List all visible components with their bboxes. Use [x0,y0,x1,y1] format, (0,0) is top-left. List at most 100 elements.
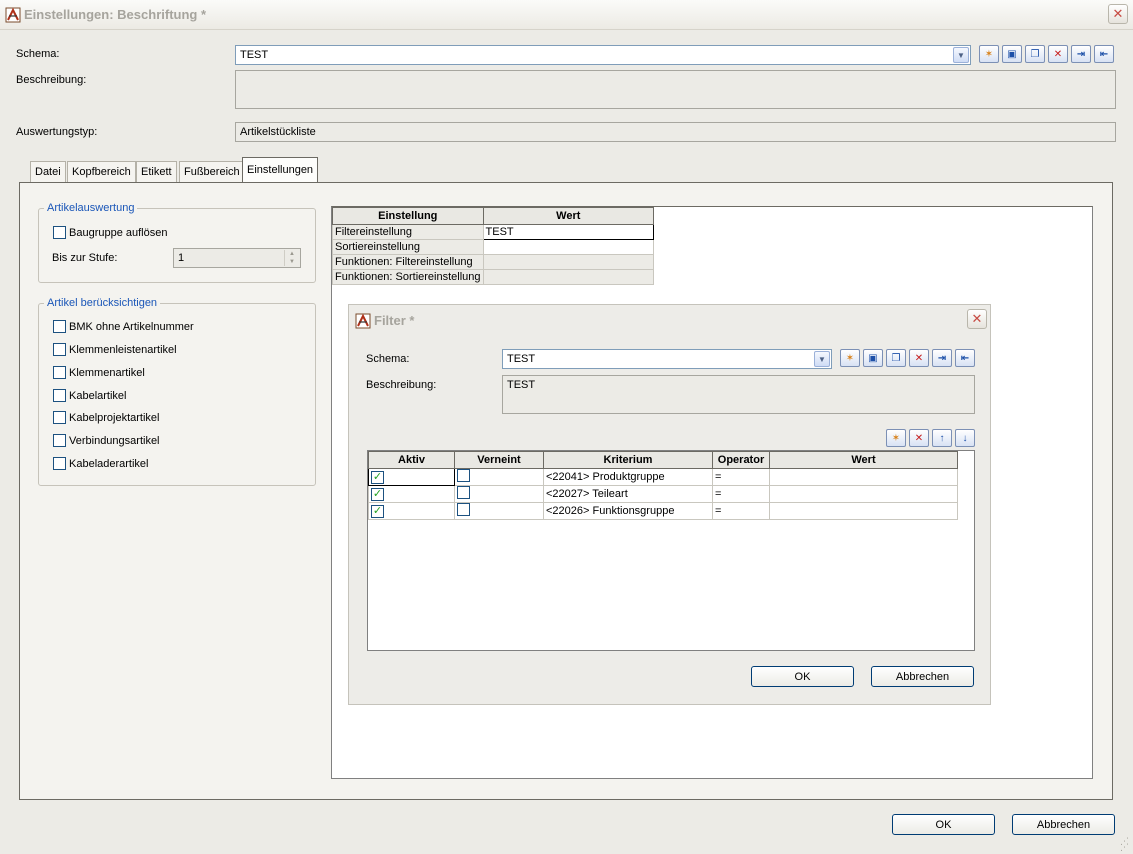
close-button[interactable]: ✕ [1108,4,1128,24]
filter-ok-button[interactable]: OK [751,666,854,687]
active-cell[interactable]: ✓ [368,502,455,520]
tab-einstellungen[interactable]: Einstellungen [242,157,319,183]
value-cell[interactable] [769,502,958,520]
import-icon[interactable]: ⇥ [932,349,952,367]
consider-item[interactable]: BMK ohne Artikelnummer [53,320,194,333]
schema-label: Schema: [16,48,60,60]
setting-value[interactable] [482,254,655,270]
column-header[interactable]: Wert [769,451,958,469]
filter-description-field[interactable]: TEST [502,375,975,414]
tab-datei[interactable]: Datei [30,161,66,183]
cancel-button[interactable]: Abbrechen [1012,814,1115,835]
dissolve-checkbox-row[interactable]: Baugruppe auflösen [53,226,167,239]
checkbox[interactable] [53,320,66,333]
checkbox-checked[interactable]: ✓ [371,487,384,501]
checkbox[interactable] [457,469,470,482]
ok-button[interactable]: OK [892,814,995,835]
chevron-down-icon[interactable]: ▼ [814,351,830,367]
checkbox[interactable] [53,411,66,424]
tab-kopfbereich[interactable]: Kopfbereich [67,161,136,183]
save-icon[interactable]: ▣ [863,349,883,367]
filter-schema-label: Schema: [366,353,410,365]
dissolve-checkbox[interactable] [53,226,66,239]
table-row[interactable]: Funktionen: Filtereinstellung [332,254,655,270]
negated-cell[interactable] [454,502,544,520]
checkbox[interactable] [53,366,66,379]
new-icon[interactable]: ✶ [886,429,906,447]
criterion-cell[interactable]: <22027> Teileart [543,485,713,503]
active-cell[interactable]: ✓ [368,468,455,486]
filter-dialog: Filter * ✕ Schema: TEST ▼ ✶ ▣ ❐ ✕ ⇥ ⇤ Be… [348,304,991,705]
consider-item[interactable]: Klemmenleistenartikel [53,343,177,356]
delete-icon[interactable]: ✕ [909,429,929,447]
export-icon[interactable]: ⇤ [955,349,975,367]
setting-value[interactable] [482,269,655,285]
value-cell[interactable] [769,485,958,503]
new-icon[interactable]: ✶ [979,45,999,63]
move-up-icon[interactable]: ↑ [932,429,952,447]
filter-schema-toolbar: ✶ ▣ ❐ ✕ ⇥ ⇤ [840,349,978,367]
description-label: Beschreibung: [16,74,87,86]
checkbox[interactable] [53,389,66,402]
column-header[interactable]: Kriterium [543,451,713,469]
consider-item[interactable]: Verbindungsartikel [53,434,160,447]
setting-value[interactable]: TEST [482,224,655,240]
consider-item[interactable]: Kabeladerartikel [53,457,149,470]
column-header[interactable]: Aktiv [368,451,455,469]
table-row[interactable]: ✓ <22041> Produktgruppe = [368,468,958,486]
chevron-down-icon[interactable]: ▼ [953,47,969,63]
tab-fussbereich[interactable]: Fußbereich [179,161,245,183]
new-icon[interactable]: ✶ [840,349,860,367]
tab-etikett[interactable]: Etikett [136,161,177,183]
negated-cell[interactable] [454,468,544,486]
checkbox[interactable] [53,343,66,356]
operator-cell[interactable]: = [712,485,770,503]
criterion-cell[interactable]: <22041> Produktgruppe [543,468,713,486]
column-header[interactable]: Einstellung [332,207,484,225]
active-cell[interactable]: ✓ [368,485,455,503]
negated-cell[interactable] [454,485,544,503]
schema-combo[interactable]: TEST ▼ [235,45,971,65]
move-down-icon[interactable]: ↓ [955,429,975,447]
consider-item-label: Kabeladerartikel [69,457,149,470]
checkbox[interactable] [53,434,66,447]
table-row[interactable]: Sortiereinstellung [332,239,655,255]
column-header[interactable]: Operator [712,451,770,469]
setting-value[interactable] [482,239,655,255]
export-icon[interactable]: ⇤ [1094,45,1114,63]
save-icon[interactable]: ▣ [1002,45,1022,63]
checkbox-checked[interactable]: ✓ [371,470,384,484]
checkbox-checked[interactable]: ✓ [371,504,384,518]
app-icon [5,7,21,23]
resize-grip-icon[interactable]: ⋰ ⋰ [1117,837,1129,852]
column-header[interactable]: Wert [482,207,655,225]
delete-icon[interactable]: ✕ [909,349,929,367]
table-row[interactable]: ✓ <22026> Funktionsgruppe = [368,502,958,520]
table-row[interactable]: Funktionen: Sortiereinstellung [332,269,655,285]
filter-cancel-button[interactable]: Abbrechen [871,666,974,687]
checkbox[interactable] [53,457,66,470]
column-header[interactable]: Verneint [454,451,544,469]
consider-item[interactable]: Kabelartikel [53,389,126,402]
description-field[interactable] [235,70,1116,109]
operator-cell[interactable]: = [712,468,770,486]
consider-item[interactable]: Kabelprojektartikel [53,411,160,424]
settings-table: Einstellung Wert Filtereinstellung TEST … [332,207,655,285]
table-row[interactable]: Filtereinstellung TEST [332,224,655,240]
filter-schema-combo[interactable]: TEST ▼ [502,349,832,369]
import-icon[interactable]: ⇥ [1071,45,1091,63]
level-spinner[interactable]: 1 ▲ ▼ [173,248,301,268]
table-row[interactable]: ✓ <22027> Teileart = [368,485,958,503]
copy-icon[interactable]: ❐ [1025,45,1045,63]
checkbox[interactable] [457,503,470,516]
spinner-arrows-icon[interactable]: ▲ ▼ [284,250,299,266]
app-icon [355,313,371,329]
criterion-cell[interactable]: <22026> Funktionsgruppe [543,502,713,520]
copy-icon[interactable]: ❐ [886,349,906,367]
delete-icon[interactable]: ✕ [1048,45,1068,63]
consider-item[interactable]: Klemmenartikel [53,366,145,379]
value-cell[interactable] [769,468,958,486]
checkbox[interactable] [457,486,470,499]
operator-cell[interactable]: = [712,502,770,520]
filter-close-button[interactable]: ✕ [967,309,987,329]
